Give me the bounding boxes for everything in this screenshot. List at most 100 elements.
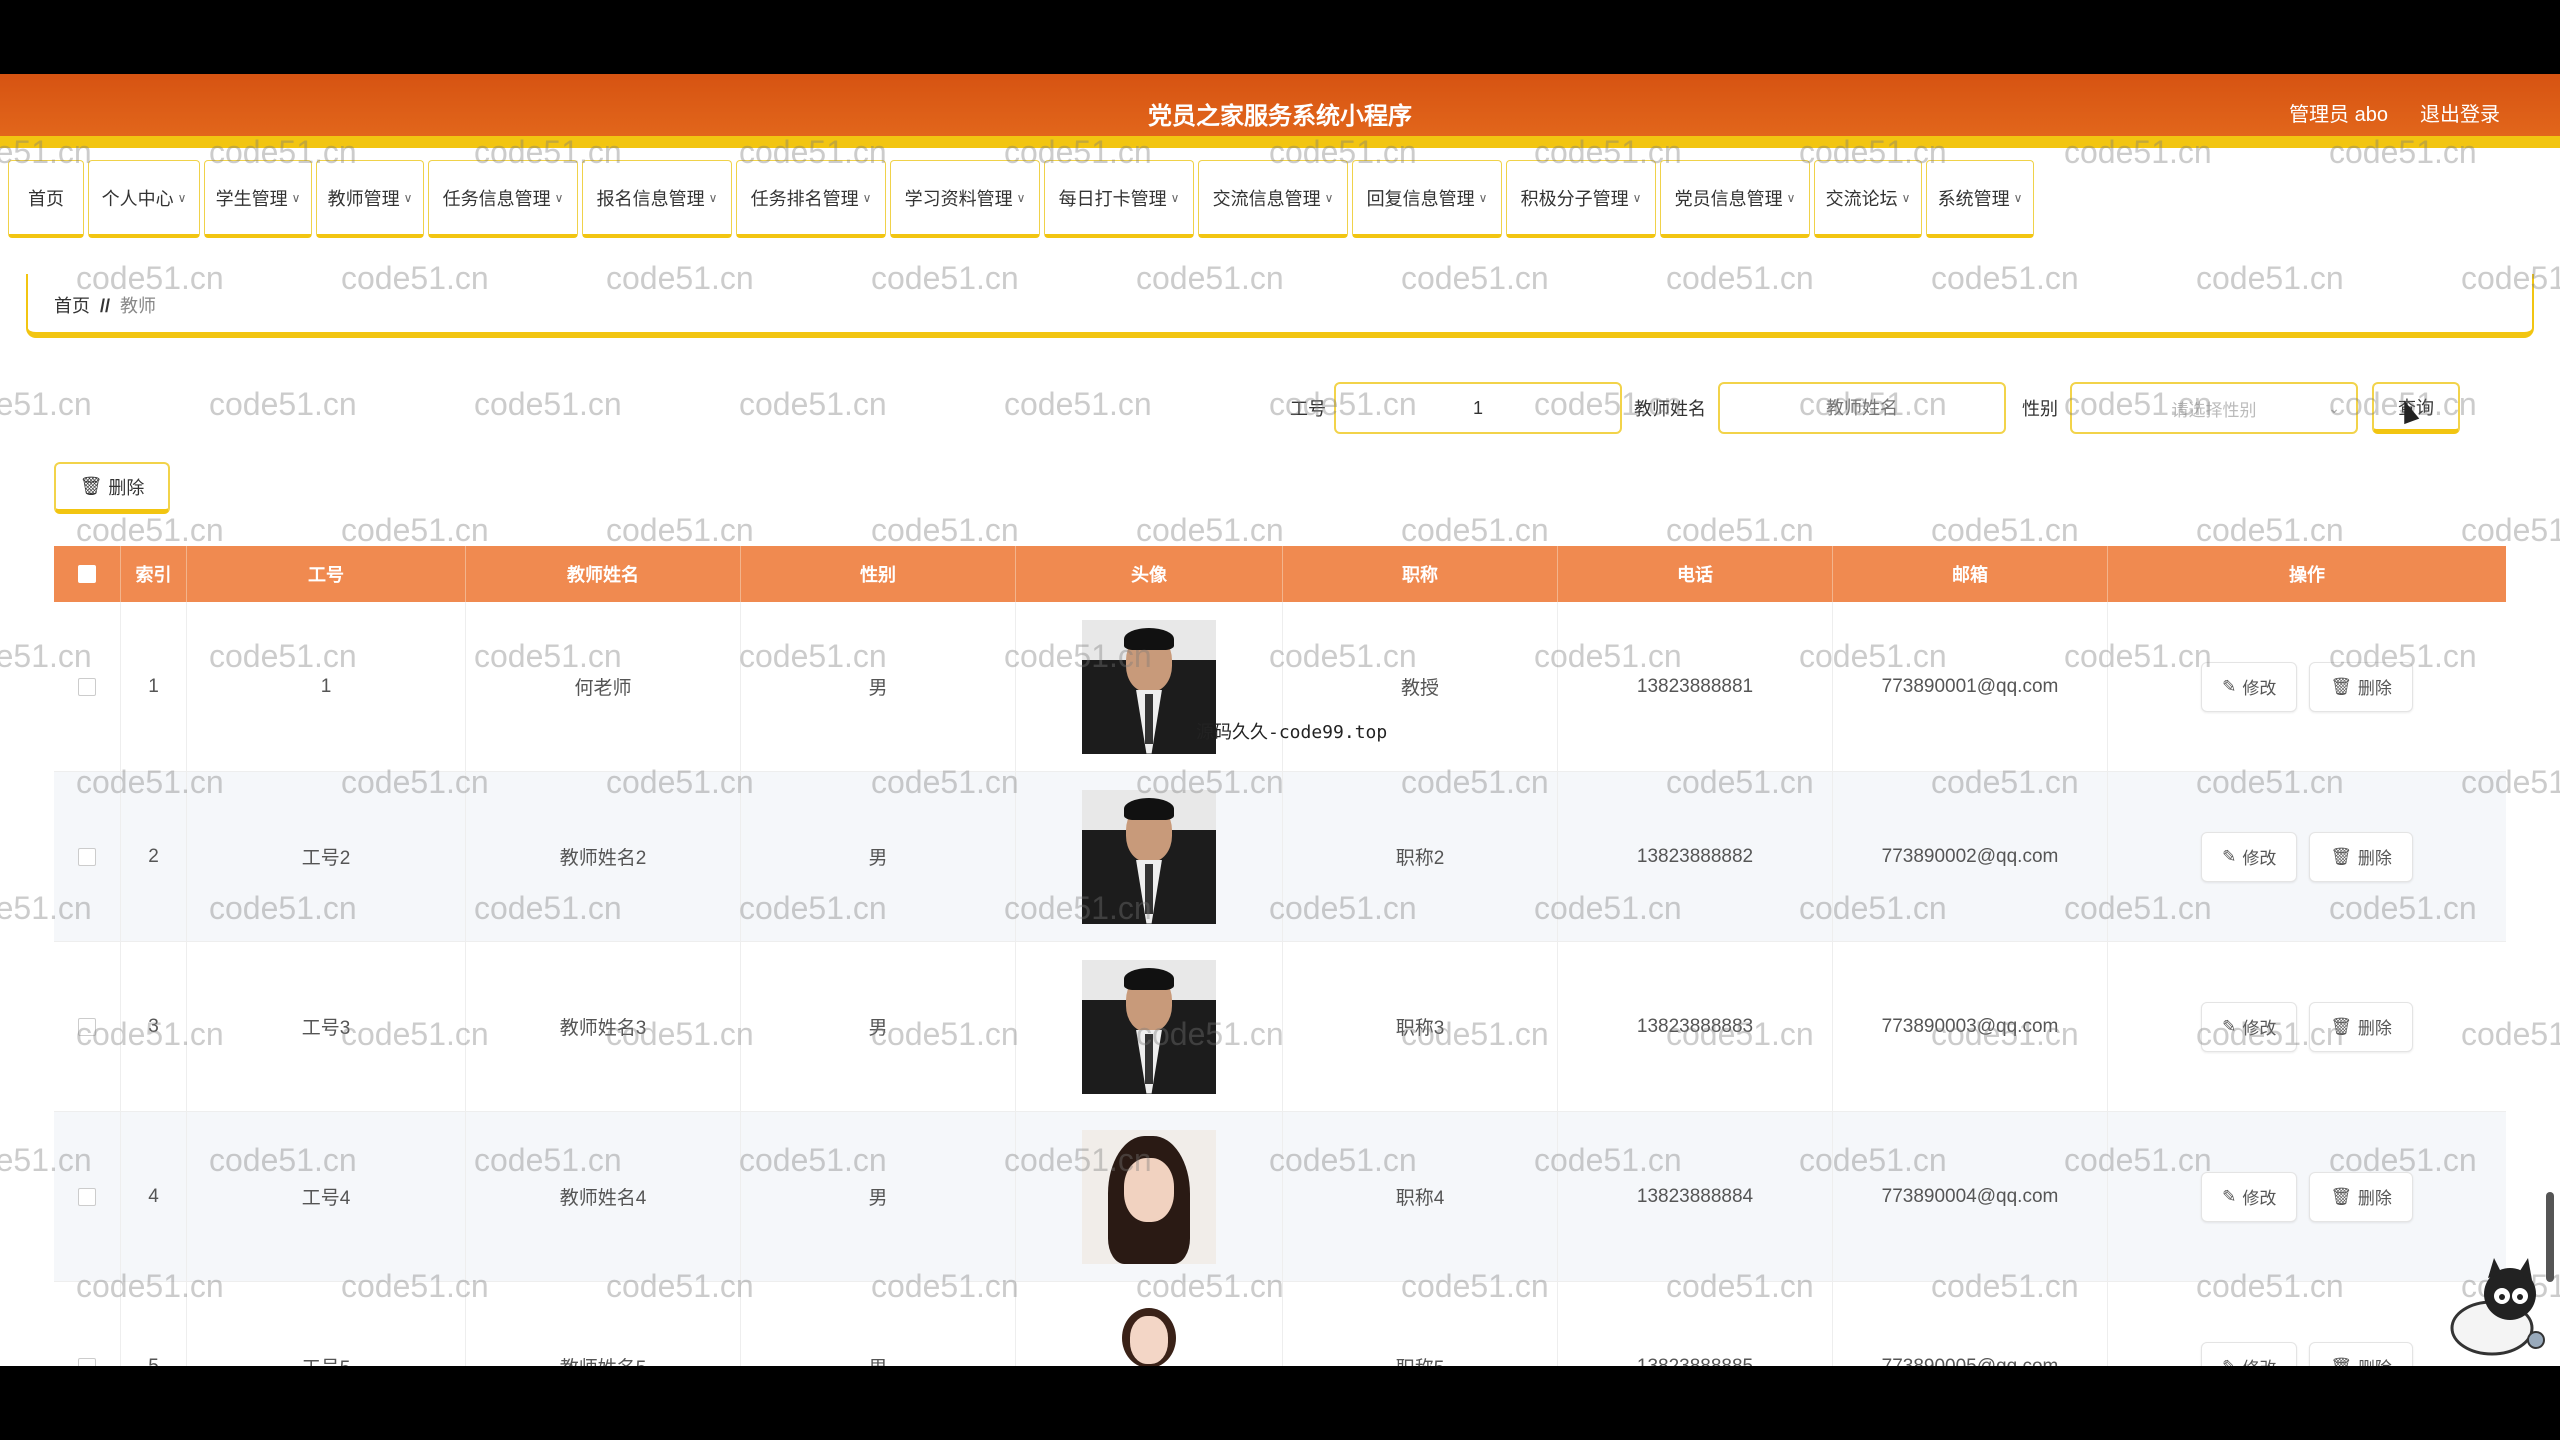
col-gender: 性别 — [741, 546, 1016, 602]
nav-item-label: 每日打卡管理 — [1058, 188, 1167, 209]
nav-item[interactable]: 党员信息管理 ∨ — [1660, 160, 1810, 238]
watermark-text: code51.cn — [1136, 512, 1284, 548]
user-label[interactable]: 管理员 abo — [2289, 98, 2388, 127]
edit-label: 修改 — [2242, 849, 2277, 868]
delete-button[interactable]: 🗑 删除 — [2309, 1001, 2413, 1052]
cell-name: 何老师 — [466, 602, 741, 771]
cell-email: 773890002@qq.com — [1833, 772, 2108, 941]
cell-name: 教师姓名5 — [466, 1282, 741, 1366]
delete-label: 删除 — [2357, 1019, 2392, 1038]
row-checkbox[interactable] — [78, 1357, 96, 1366]
watermark-text: code51.cn — [76, 512, 224, 548]
watermark-text: code51.cn — [1401, 512, 1549, 548]
nav-item[interactable]: 教师管理 ∨ — [316, 160, 424, 238]
cell-name: 教师姓名2 — [466, 772, 741, 941]
watermark-text: code51.cn — [2196, 512, 2344, 548]
row-checkbox[interactable] — [78, 677, 96, 696]
cell-index: 2 — [121, 772, 187, 941]
cell-id: 工号3 — [187, 942, 466, 1111]
nav-item[interactable]: 学习资料管理 ∨ — [890, 160, 1040, 238]
chevron-down-icon: ∨ — [708, 190, 718, 205]
nav-item[interactable]: 首页 — [8, 160, 84, 238]
app-title: 党员之家服务系统小程序 — [1148, 103, 1412, 130]
nav-item[interactable]: 任务排名管理 ∨ — [736, 160, 886, 238]
id-input[interactable] — [1350, 396, 1606, 420]
query-button[interactable]: 查询 — [2372, 382, 2460, 434]
batch-delete-button[interactable]: 🗑 删除 — [54, 462, 170, 514]
col-email: 邮箱 — [1833, 546, 2108, 602]
nav-item[interactable]: 报名信息管理 ∨ — [582, 160, 732, 238]
watermark-text: code51.cn — [1004, 386, 1152, 422]
nav-item[interactable]: 任务信息管理 ∨ — [428, 160, 578, 238]
nav-item[interactable]: 学生管理 ∨ — [204, 160, 312, 238]
watermark-text: code51.cn — [606, 512, 754, 548]
row-checkbox[interactable] — [78, 1017, 96, 1036]
table-body: 1 1 何老师男教授 13823888881 773890001@qq.com ✎ 修改 🗑 删… — [54, 602, 2506, 1366]
nav-item-label: 教师管理 — [327, 188, 400, 209]
delete-button[interactable]: 🗑 删除 — [2309, 1171, 2413, 1222]
breadcrumb-current: 教师 — [120, 296, 157, 316]
watermark-text: code51.cn — [341, 512, 489, 548]
delete-button[interactable]: 🗑 删除 — [2309, 1341, 2413, 1366]
name-input[interactable] — [1734, 396, 1990, 420]
cell-avatar — [1016, 1282, 1283, 1366]
edit-button[interactable]: ✎ 修改 — [2201, 1341, 2298, 1366]
edit-button[interactable]: ✎ 修改 — [2201, 661, 2298, 712]
cell-phone: 13823888883 — [1558, 942, 1833, 1111]
breadcrumb-home[interactable]: 首页 — [54, 296, 90, 316]
overlay-text: 源码久久-code99.top — [1196, 722, 1388, 743]
breadcrumb-separator: // — [100, 296, 111, 316]
nav-item[interactable]: 系统管理 ∨ — [1926, 160, 2034, 238]
watermark-text: code51.cn — [871, 512, 1019, 548]
delete-label: 删除 — [2357, 679, 2392, 698]
row-checkbox[interactable] — [78, 847, 96, 866]
gender-select[interactable]: 请选择性别 ⌄ — [2070, 382, 2358, 434]
edit-label: 修改 — [2242, 1189, 2277, 1208]
batch-delete-label: 删除 — [108, 477, 145, 498]
pencil-icon: ✎ — [2222, 676, 2237, 696]
cell-avatar — [1016, 1112, 1283, 1281]
cell-avatar — [1016, 772, 1283, 941]
edit-button[interactable]: ✎ 修改 — [2201, 1001, 2298, 1052]
gender-placeholder: 请选择性别 — [2171, 400, 2257, 420]
cell-title: 职称5 — [1283, 1282, 1558, 1366]
watermark-text: code51.cn — [1666, 512, 1814, 548]
name-label: 教师姓名 — [1634, 399, 1706, 419]
table-row: 1 1 何老师男教授 13823888881 773890001@qq.com ✎ 修改 🗑 删… — [54, 602, 2506, 772]
accent-bar — [0, 136, 2560, 148]
col-title: 职称 — [1283, 546, 1558, 602]
nav-item[interactable]: 每日打卡管理 ∨ — [1044, 160, 1194, 238]
row-checkbox[interactable] — [78, 1187, 96, 1206]
name-field[interactable] — [1718, 382, 2006, 434]
nav-item-label: 回复信息管理 — [1366, 188, 1475, 209]
cell-phone: 13823888882 — [1558, 772, 1833, 941]
col-avatar: 头像 — [1016, 546, 1283, 602]
gender-label: 性别 — [2022, 399, 2058, 419]
cell-index: 1 — [121, 602, 187, 771]
trash-icon: 🗑 — [2330, 1016, 2352, 1036]
cell-email: 773890004@qq.com — [1833, 1112, 2108, 1281]
nav-item[interactable]: 回复信息管理 ∨ — [1352, 160, 1502, 238]
delete-button[interactable]: 🗑 删除 — [2309, 661, 2413, 712]
cell-actions: ✎ 修改 🗑 删除 — [2108, 772, 2506, 941]
nav-item[interactable]: 个人中心 ∨ — [88, 160, 200, 238]
nav-item[interactable]: 积极分子管理 ∨ — [1506, 160, 1656, 238]
id-field[interactable] — [1334, 382, 1622, 434]
delete-button[interactable]: 🗑 删除 — [2309, 831, 2413, 882]
cell-gender: 男 — [741, 1112, 1016, 1281]
nav-item[interactable]: 交流信息管理 ∨ — [1198, 160, 1348, 238]
top-header: 党员之家服务系统小程序 管理员 abo 退出登录 — [0, 74, 2560, 136]
nav-item-label: 任务信息管理 — [442, 188, 551, 209]
nav-item-label: 学生管理 — [215, 188, 288, 209]
logout-link[interactable]: 退出登录 — [2420, 98, 2500, 127]
edit-button[interactable]: ✎ 修改 — [2201, 1171, 2298, 1222]
cell-gender: 男 — [741, 602, 1016, 771]
main-nav: 首页 个人中心 ∨ 学生管理 ∨ 教师管理 ∨ 任务信息管理 ∨ 报名信息管理 ∨ 任务排名管理 ∨ 学习… — [8, 160, 2038, 238]
cell-actions: ✎ 修改 🗑 删除 — [2108, 942, 2506, 1111]
watermark-text: code51.cn — [209, 386, 357, 422]
select-all-checkbox[interactable] — [78, 565, 96, 583]
chevron-down-icon: ∨ — [1786, 190, 1796, 205]
table-header: 索引 工号 教师姓名 性别 头像 职称 电话 邮箱 操作 — [54, 546, 2506, 602]
edit-button[interactable]: ✎ 修改 — [2201, 831, 2298, 882]
nav-item[interactable]: 交流论坛 ∨ — [1814, 160, 1922, 238]
